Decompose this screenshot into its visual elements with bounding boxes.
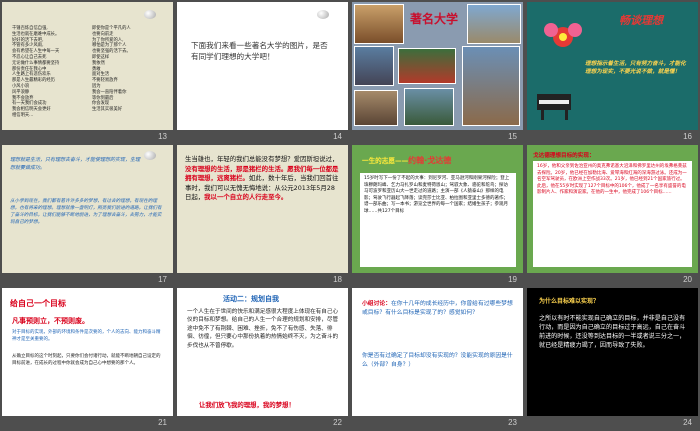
slide-22-canvas: 活动二：规划自我 一个人生在于世间的快乐和满足感很大程度上体现在有自己心仪的目标… <box>177 288 348 416</box>
heading-prefix: 一生的志愿 <box>362 157 395 165</box>
bubble-decoration <box>144 151 156 160</box>
university-photo <box>404 88 454 126</box>
slide-13-canvas: 千锤百炼自信自强, 生活也就在磨难中成长。 好好的活下去吧, 不管有多少风雨, 会有希望… <box>2 2 173 130</box>
slide-number: 19 <box>508 275 517 284</box>
slide-22-body: 一个人生在于世间的快乐和满足感很大程度上体现在有自己心仪的目标和梦想。给自己的人… <box>187 309 339 349</box>
slide-24-body: 之所以有时不能实现自己确立的目标，并非是自己没有行动，而是因为自己确立的目标过于… <box>539 315 686 350</box>
bubble-decoration <box>317 10 329 19</box>
slide-number: 18 <box>333 275 342 284</box>
slide-thumbnail-22[interactable]: 活动二：规划自我 一个人生在于世间的快乐和满足感很大程度上体现在有自己心仪的目标… <box>177 288 348 427</box>
slide-number: 23 <box>508 418 517 427</box>
poem-line: 相信明天... <box>12 112 34 118</box>
slide-20-body: 16岁，他和父亲到佐治亚州的奥克弗诺基大沼泽和佛罗里达州的埃弗格莱兹去探险。20… <box>533 161 692 267</box>
university-photo <box>354 90 398 126</box>
slide-16-title: 畅谈理想 <box>619 14 663 27</box>
slide-17-bottom-text: 从小学到现在，我们都有着许许多多的梦想，有过去的理想，有现在的理想，也有将来的理… <box>10 199 162 225</box>
poem-left-column: 千锤百炼自信自强, 生活也就在磨难中成长。 好好的活下去吧, 不管有多少风雨, 会有希望… <box>12 26 84 119</box>
slide-18-body: 生当雄也，年轻的我们总能没有梦想？爱因斯坦说过，没有理想的生活，那是猪栏的生活。… <box>185 155 340 203</box>
slide-21-heading: 给自己一个目标 <box>10 299 66 308</box>
slide-18-canvas: 生当雄也，年轻的我们总能没有梦想？爱因斯坦说过，没有理想的生活，那是猪栏的生活。… <box>177 145 348 273</box>
slide-thumbnail-18[interactable]: 生当雄也，年轻的我们总能没有梦想？爱因斯坦说过，没有理想的生活，那是猪栏的生活。… <box>177 145 348 284</box>
slide-thumbnail-23[interactable]: 小组讨论：在你十几年的成长经历中，你曾给有过哪些梦想或目标？有什么目标是实现了的… <box>352 288 523 427</box>
slide-number: 21 <box>158 418 167 427</box>
slide-number: 17 <box>158 275 167 284</box>
poem-line: 生活其实很美好 <box>92 107 123 113</box>
slide-17-top-text: 理想就是生活，只有理想去奋斗，才能使理想的实现，生理想就要做成功。 <box>10 157 141 171</box>
highlight-text: 我以一个自立的人行走至今。 <box>204 193 288 202</box>
slide-thumbnail-21[interactable]: 给自己一个目标 凡事预则立，不预则废。 对于目标的实现，外部的环境和条件是次要的… <box>2 288 173 427</box>
slide-14-canvas: 下面我们来看一些著名大学的图片，是否有同学们理想的大学吧！ <box>177 2 348 130</box>
slide-number: 22 <box>333 418 342 427</box>
slide-number: 16 <box>683 132 692 141</box>
slide-thumbnail-14[interactable]: 下面我们来看一些著名大学的图片，是否有同学们理想的大学吧！ 14 <box>177 2 348 141</box>
slide-16-canvas: 畅谈理想 理想指示着生活，只有努力奋斗，才能化理想为现实，不要光说不做，就是懂！ <box>527 2 698 130</box>
slide-number: 20 <box>683 275 692 284</box>
slide-21-red-line: 凡事预则立，不预则废。 <box>12 317 89 325</box>
slide-thumbnail-13[interactable]: 千锤百炼自信自强, 生活也就在磨难中成长。 好好的活下去吧, 不管有多少风雨, 会有希望… <box>2 2 173 141</box>
slide-22-footer: 让我们放飞我的理想，我的梦想！ <box>199 401 295 409</box>
slide-20-heading: 戈达德理想目标的实现： <box>533 153 595 159</box>
slide-16-body: 理想指示着生活，只有努力奋斗，才能化理想为现实，不要光说不做，就是懂！ <box>585 61 686 76</box>
slide-23-canvas: 小组讨论：在你十几年的成长经历中，你曾给有过哪些梦想或目标？有什么目标是实现了的… <box>352 288 523 416</box>
university-photo <box>467 4 521 44</box>
slide-19-body: 15岁时写下一份了不起的大事：到尼罗河、亚马逊河和刚果河探险；登上珠穆朗玛峰、乞… <box>360 173 516 267</box>
slide-21-black-text: 从确立目标的这个时刻起，只要你们会付诸行动，就能不断地朝自己设定的目标前进，在成… <box>12 354 161 366</box>
slide-17-canvas: 理想就是生活，只有理想去奋斗，才能使理想的实现，生理想就要做成功。 从小学到现在… <box>2 145 173 273</box>
slide-20-canvas: 戈达德理想目标的实现： 16岁，他和父亲到佐治亚州的奥克弗诺基大沼泽和佛罗里达州… <box>527 145 698 273</box>
slide-24-heading: 为什么目标难以实现？ <box>539 298 600 305</box>
slide-thumbnail-24[interactable]: 为什么目标难以实现？ 之所以有时不能实现自己确立的目标，并非是自己没有行动，而是… <box>527 288 698 427</box>
slide-14-text: 下面我们来看一些著名大学的图片，是否有同学们理想的大学吧！ <box>191 41 328 61</box>
piano-icon <box>537 94 571 120</box>
slide-thumbnail-grid: 千锤百炼自信自强, 生活也就在磨难中成长。 好好的活下去吧, 不管有多少风雨, 会有希望… <box>2 2 698 427</box>
bubble-decoration <box>144 10 156 19</box>
slide-thumbnail-20[interactable]: 戈达德理想目标的实现： 16岁，他和父亲到佐治亚州的奥克弗诺基大沼泽和佛罗里达州… <box>527 145 698 284</box>
slide-15-title: 著名大学 <box>410 12 459 26</box>
flower-icon <box>544 23 582 47</box>
slide-15-canvas: 著名大学 <box>352 2 523 130</box>
university-photo <box>462 46 520 126</box>
slide-23-question-2: 你是否有过确定了目标却没有实现的？没能实现的原因是什么（外部？自身？） <box>362 353 513 368</box>
slide-number: 15 <box>508 132 517 141</box>
slide-thumbnail-19[interactable]: 一生的志愿——约翰·戈达德 15岁时写下一份了不起的大事：到尼罗河、亚马逊河和刚… <box>352 145 523 284</box>
question-label: 小组讨论： <box>362 301 391 307</box>
body-text: 生当雄也，年轻的我们总能没有梦想？爱因斯坦说过， <box>185 155 339 163</box>
slide-21-blue-text: 对于目标的实现，外部的环境和条件是次要的，个人的志向、能力和奋斗精神才是至关重要… <box>12 330 161 342</box>
slide-21-canvas: 给自己一个目标 凡事预则立，不预则废。 对于目标的实现，外部的环境和条件是次要的… <box>2 288 173 416</box>
heading-name: 约翰·戈达德 <box>408 156 452 165</box>
slide-number: 14 <box>333 132 342 141</box>
university-photo <box>398 48 456 84</box>
slide-number: 13 <box>158 132 167 141</box>
poem-right-column: 即使你是个平凡的人 也要向前走 为了你所爱的人, 哪怕是为了那个人 也要坚强的活下去。即… <box>92 26 164 113</box>
slide-24-canvas: 为什么目标难以实现？ 之所以有时不能实现自己确立的目标，并非是自己没有行动，而是… <box>527 288 698 416</box>
slide-23-question-1: 小组讨论：在你十几年的成长经历中，你曾给有过哪些梦想或目标？有什么目标是实现了的… <box>362 300 514 318</box>
university-photo <box>354 4 404 44</box>
slide-thumbnail-15[interactable]: 著名大学 15 <box>352 2 523 141</box>
slide-19-canvas: 一生的志愿——约翰·戈达德 15岁时写下一份了不起的大事：到尼罗河、亚马逊河和刚… <box>352 145 523 273</box>
slide-22-heading: 活动二：规划自我 <box>223 295 279 303</box>
slide-19-heading: 一生的志愿——约翰·戈达德 <box>362 156 452 165</box>
slide-number: 24 <box>683 418 692 427</box>
university-photo <box>354 46 394 86</box>
slide-thumbnail-17[interactable]: 理想就是生活，只有理想去奋斗，才能使理想的实现，生理想就要做成功。 从小学到现在… <box>2 145 173 284</box>
slide-thumbnail-16[interactable]: 畅谈理想 理想指示着生活，只有努力奋斗，才能化理想为现实，不要光说不做，就是懂！… <box>527 2 698 141</box>
